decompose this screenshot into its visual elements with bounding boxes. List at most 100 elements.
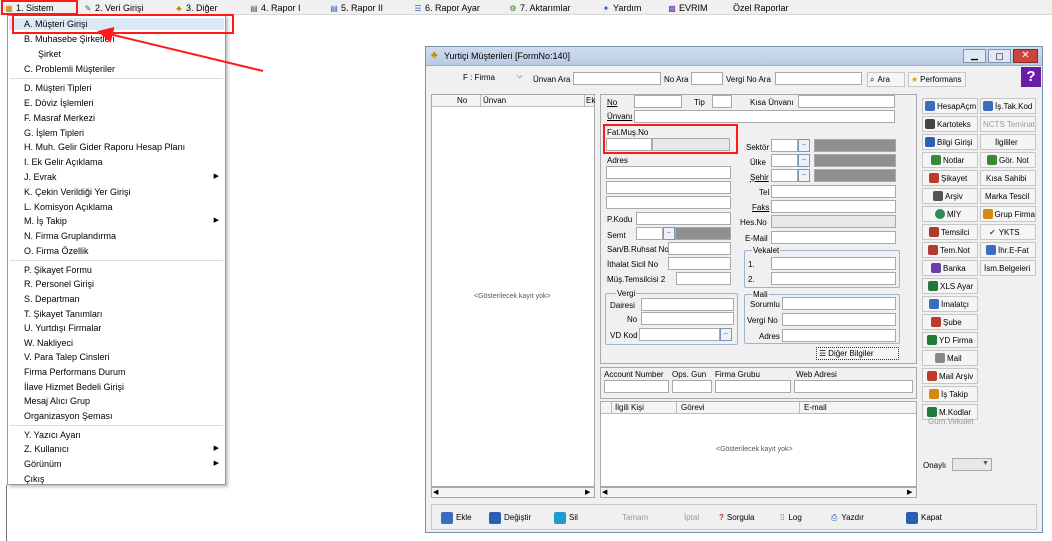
temsilci-button[interactable]: Temsilci xyxy=(922,224,978,240)
vd-kod-picker-icon[interactable]: ⇔ xyxy=(720,328,732,341)
contacts-hscrollbar[interactable]: ◀ ▶ xyxy=(600,487,917,498)
col-no[interactable]: No xyxy=(457,96,467,105)
kartoteks-button[interactable]: Kartoteks xyxy=(922,116,978,132)
arsiv-button[interactable]: Arşiv xyxy=(922,188,978,204)
col-email[interactable]: E-mail xyxy=(804,403,827,412)
vergi-no-input[interactable] xyxy=(641,312,734,325)
tamam-button[interactable]: Tamam xyxy=(622,508,648,527)
firma-grubu-input[interactable] xyxy=(715,380,791,393)
sorgula-button[interactable]: ? Sorgula xyxy=(719,508,754,527)
semt-picker-icon[interactable]: ⇔ xyxy=(663,227,675,240)
col-ek[interactable]: Ek xyxy=(586,96,595,105)
hesap-acm-button[interactable]: HesapAçm xyxy=(922,98,978,114)
sehir-picker-icon[interactable]: ⇔ xyxy=(798,169,810,182)
faks-input[interactable] xyxy=(771,200,896,213)
vekalet-2-input[interactable] xyxy=(771,272,896,285)
sikayet-button[interactable]: Şikayet xyxy=(922,170,978,186)
tem-not-button[interactable]: Tem.Not xyxy=(922,242,978,258)
p-kodu-input[interactable] xyxy=(636,212,731,225)
mail-arsiv-button[interactable]: Mail Arşiv xyxy=(922,368,978,384)
tip-input[interactable] xyxy=(712,95,732,108)
unvan-input[interactable] xyxy=(634,110,895,123)
ilgililer-button[interactable]: İlgililer xyxy=(980,134,1036,150)
ithalat-sicil-input[interactable] xyxy=(668,257,731,270)
minimize-button[interactable]: ▁ xyxy=(963,49,986,63)
sehir-code-input[interactable] xyxy=(771,169,798,182)
marka-tescil-button[interactable]: Marka Tescil xyxy=(980,188,1036,204)
col-unvan[interactable]: Ünvan xyxy=(483,96,506,105)
search-button[interactable]: ⌕ Ara xyxy=(867,72,905,87)
ykts-button[interactable]: ✔ YKTS xyxy=(980,224,1036,240)
web-adresi-input[interactable] xyxy=(794,380,913,393)
contacts-grid[interactable]: İlgili Kişi Görevi E-mail <Gösterilecek … xyxy=(600,401,917,487)
scroll-left-icon[interactable]: ◀ xyxy=(602,488,607,496)
printer-icon: ⎙ xyxy=(831,512,838,522)
adres-line-3[interactable] xyxy=(606,196,731,209)
mali-vergi-no-input[interactable] xyxy=(782,313,896,326)
mus-temsilcisi-input[interactable] xyxy=(676,272,731,285)
banka-button[interactable]: Banka xyxy=(922,260,978,276)
sil-button[interactable]: Sil xyxy=(554,508,578,527)
mail-button[interactable]: Mail xyxy=(922,350,978,366)
onayli-label: Onaylı xyxy=(923,461,947,470)
sektor-picker-icon[interactable]: ⇔ xyxy=(798,139,810,152)
close-button[interactable]: ✕ xyxy=(1013,49,1038,63)
vergi-ara-input[interactable] xyxy=(775,72,862,85)
scroll-right-icon[interactable]: ▶ xyxy=(907,488,912,496)
grup-firma-button[interactable]: Grup Firma xyxy=(980,206,1036,222)
xls-ayar-button[interactable]: XLS Ayar xyxy=(922,278,978,294)
performance-button[interactable]: ★ Performans xyxy=(908,72,966,87)
bilgi-girisi-button[interactable]: Bilgi Girişi xyxy=(922,134,978,150)
imalatci-button[interactable]: İmalatçı xyxy=(922,296,978,312)
filter-select[interactable]: F : Firma ⌵ xyxy=(459,72,529,85)
san-ruhsat-input[interactable] xyxy=(668,242,731,255)
col-gorevi[interactable]: Görevi xyxy=(681,403,705,412)
vergi-dairesi-input[interactable] xyxy=(641,298,734,311)
miy-button[interactable]: MİY xyxy=(922,206,978,222)
sektor-code-input[interactable] xyxy=(771,139,798,152)
no-input[interactable] xyxy=(634,95,682,108)
kisa-sahibi-button[interactable]: Kısa Sahibi xyxy=(980,170,1036,186)
semt-code-input[interactable] xyxy=(636,227,663,240)
sorumlu-input[interactable] xyxy=(782,297,896,310)
ulke-code-input[interactable] xyxy=(771,154,798,167)
no-ara-input[interactable] xyxy=(691,72,723,85)
onayli-select[interactable]: ▼ xyxy=(952,458,992,471)
is-takip-button[interactable]: İş Takip xyxy=(922,386,978,402)
iptal-button[interactable]: İptal xyxy=(684,508,699,527)
yd-firma-button[interactable]: YD Firma xyxy=(922,332,978,348)
ihr-efat-button[interactable]: İhr.E-Fat xyxy=(980,242,1036,258)
ncts-teminat-button[interactable]: NCTS Teminat xyxy=(980,116,1036,132)
sube-button[interactable]: Şube xyxy=(922,314,978,330)
email-input[interactable] xyxy=(771,231,896,244)
degistir-button[interactable]: Değiştir xyxy=(489,508,531,527)
notlar-button[interactable]: Notlar xyxy=(922,152,978,168)
tel-input[interactable] xyxy=(771,185,896,198)
log-button[interactable]: ⁞⁞ Log xyxy=(780,508,802,527)
adres-line-2[interactable] xyxy=(606,181,731,194)
ops-gun-input[interactable] xyxy=(672,380,712,393)
ulke-picker-icon[interactable]: ⇔ xyxy=(798,154,810,167)
is-tak-kod-button[interactable]: İş.Tak.Kod xyxy=(980,98,1036,114)
edit-icon xyxy=(489,511,501,524)
col-ilgili-kisi[interactable]: İlgili Kişi xyxy=(615,403,644,412)
ism-belgeleri-button[interactable]: İsm.Belgeleri xyxy=(980,260,1036,276)
mali-adres-input[interactable] xyxy=(782,329,896,342)
customer-list[interactable]: No Ünvan Ek <Gösterilecek kayıt yok> xyxy=(431,94,595,487)
ekle-button[interactable]: Ekle xyxy=(441,508,472,527)
diger-bilgiler-button[interactable]: ☰ Diğer Bilgiler xyxy=(816,347,899,360)
kapat-button[interactable]: Kapat xyxy=(906,508,942,527)
vd-kod-input[interactable] xyxy=(639,328,720,341)
kisa-unvan-input[interactable] xyxy=(798,95,895,108)
account-number-input[interactable] xyxy=(604,380,669,393)
unvan-ara-input[interactable] xyxy=(573,72,661,85)
gor-not-button[interactable]: Gör. Not xyxy=(980,152,1036,168)
vekalet-1-input[interactable] xyxy=(771,257,896,270)
help-question-icon[interactable]: ? xyxy=(1021,67,1041,87)
maximize-button[interactable]: ▢ xyxy=(988,49,1011,63)
scroll-right-icon[interactable]: ▶ xyxy=(585,488,590,496)
scroll-left-icon[interactable]: ◀ xyxy=(433,488,438,496)
list-hscrollbar[interactable]: ◀ ▶ xyxy=(431,487,595,498)
yazdir-button[interactable]: ⎙ Yazdır xyxy=(831,508,864,527)
adres-line-1[interactable] xyxy=(606,166,731,179)
